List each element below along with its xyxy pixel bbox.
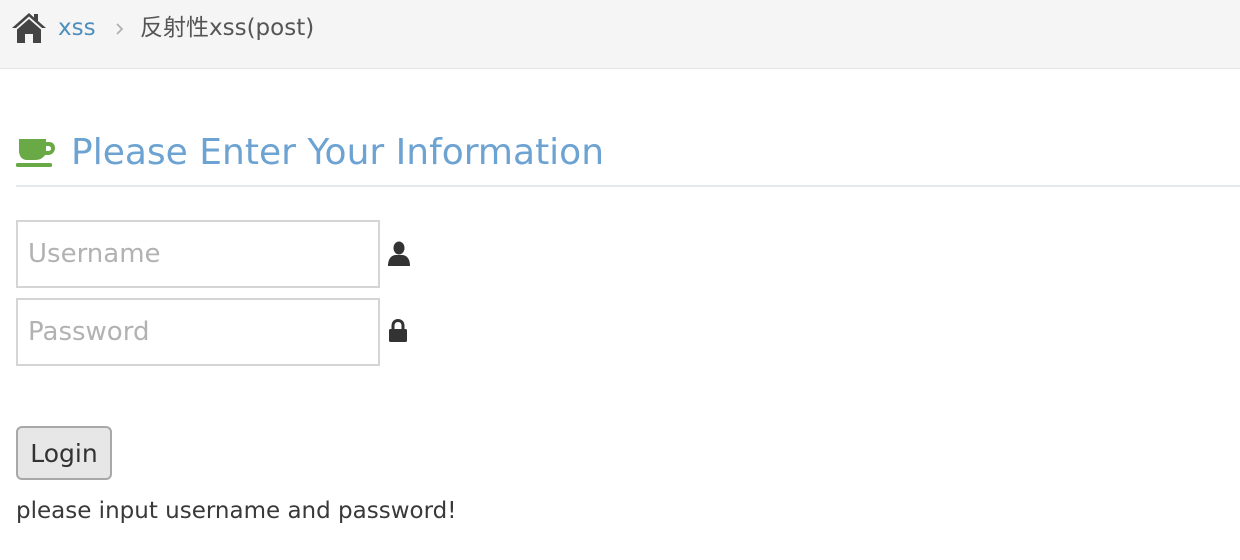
username-input[interactable] — [16, 220, 380, 288]
breadcrumb: xss 反射性xss(post) — [0, 0, 1240, 69]
page-header: Please Enter Your Information — [16, 126, 1240, 187]
page-title: Please Enter Your Information — [71, 132, 605, 173]
login-button[interactable]: Login — [16, 426, 112, 480]
user-icon — [388, 241, 410, 266]
chevron-right-icon — [116, 23, 124, 35]
breadcrumb-link-xss[interactable]: xss — [58, 13, 96, 43]
password-input[interactable] — [16, 298, 380, 366]
lock-icon — [389, 319, 407, 342]
home-icon[interactable] — [10, 10, 48, 46]
breadcrumb-current: 反射性xss(post) — [140, 15, 315, 41]
status-message: please input username and password! — [16, 498, 457, 524]
coffee-cup-icon — [16, 139, 55, 167]
